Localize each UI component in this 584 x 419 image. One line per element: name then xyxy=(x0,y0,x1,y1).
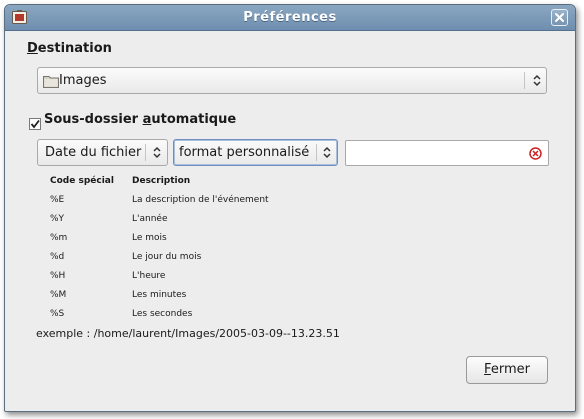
description-cell: L'heure xyxy=(132,271,166,281)
code-cell: %Y xyxy=(50,214,65,224)
subfolder-label[interactable]: Sous-dossier automatique xyxy=(44,112,236,127)
chevron-updown-icon xyxy=(153,146,161,159)
date-source-combo[interactable]: Date du fichier xyxy=(37,139,168,166)
clear-icon[interactable] xyxy=(529,147,542,160)
example-path: exemple : /home/laurent/Images/2005-03-0… xyxy=(36,327,340,340)
destination-label: Destination xyxy=(27,41,112,56)
code-cell: %d xyxy=(50,252,65,262)
description-cell: La description de l'événement xyxy=(132,195,269,205)
description-cell: Le jour du mois xyxy=(132,252,202,262)
description-cell: Les secondes xyxy=(132,309,193,319)
description-cell: Les minutes xyxy=(132,290,187,300)
chevron-updown-icon xyxy=(323,146,331,159)
close-window-button[interactable] xyxy=(551,9,568,26)
chevron-updown-icon xyxy=(533,74,541,87)
code-cell: %M xyxy=(50,290,67,300)
description-column-header: Description xyxy=(132,176,191,186)
close-button[interactable]: Fermer xyxy=(466,356,548,384)
description-cell: L'année xyxy=(132,214,168,224)
custom-format-input[interactable] xyxy=(345,140,549,166)
title-bar[interactable]: Préférences xyxy=(5,5,575,31)
folder-format-value: format personnalisé xyxy=(179,145,310,160)
folder-format-combo[interactable]: format personnalisé xyxy=(173,139,338,166)
code-cell: %S xyxy=(50,309,65,319)
destination-folder-chooser[interactable]: Images xyxy=(37,67,547,94)
code-cell: %m xyxy=(50,233,68,243)
close-icon xyxy=(555,13,564,22)
folder-icon xyxy=(43,76,59,88)
combo-separator xyxy=(524,72,525,89)
checkmark-icon xyxy=(30,119,40,129)
window-title: Préférences xyxy=(243,10,337,25)
description-cell: Le mois xyxy=(132,233,167,243)
code-column-header: Code spécial xyxy=(50,176,114,186)
code-cell: %E xyxy=(50,195,65,205)
destination-value: Images xyxy=(59,73,107,88)
subfolder-checkbox[interactable] xyxy=(29,118,41,130)
code-cell: %H xyxy=(50,271,66,281)
combo-separator xyxy=(316,144,317,161)
date-source-value: Date du fichier xyxy=(45,145,142,160)
combo-separator xyxy=(145,144,146,161)
preferences-dialog: Préférences Destination Images Sous-doss… xyxy=(4,4,576,412)
